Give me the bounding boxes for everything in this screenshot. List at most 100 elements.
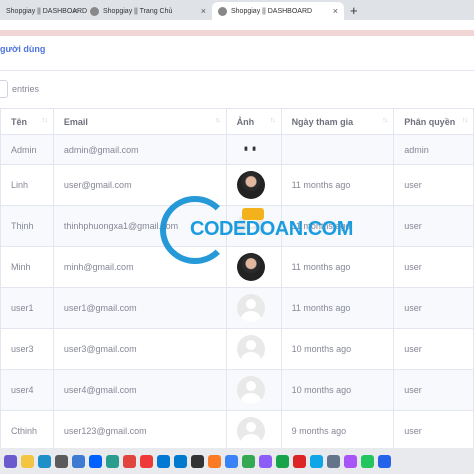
app2-icon[interactable] <box>225 454 238 468</box>
store-icon[interactable] <box>72 454 85 468</box>
cell-image: ▘▝ <box>225 134 282 165</box>
close-tab-icon[interactable]: × <box>201 6 206 16</box>
cell-email: user4@gmail.com <box>52 369 227 411</box>
dropbox-icon[interactable] <box>89 454 102 468</box>
default-avatar-icon <box>236 376 265 404</box>
column-header-email[interactable]: Email ↑↓ <box>52 108 227 135</box>
browser-tab-strip: Shopgiay || DASHBOARD × Shopgiay || Tran… <box>0 0 474 20</box>
vivaldi-icon[interactable] <box>140 454 153 468</box>
app7-icon[interactable] <box>327 454 340 468</box>
default-avatar-icon <box>236 417 265 445</box>
browser-tab[interactable]: Shopgiay || Trang Chủ × <box>84 2 212 20</box>
cell-name: Admin <box>0 134 54 165</box>
column-header-role[interactable]: Phân quyền ↑↓ <box>393 108 474 135</box>
app9-icon[interactable] <box>361 454 374 468</box>
users-card: gười dùng entries Tên ↑↓ Email ↑↓ Ảnh ↑↓… <box>0 36 474 452</box>
cell-role: user <box>393 164 474 206</box>
cell-name: Cthinh <box>0 410 54 452</box>
close-tab-icon[interactable]: × <box>73 6 78 16</box>
cell-joined: 11 months ago <box>280 164 395 206</box>
cell-email: user123@gmail.com <box>52 410 227 452</box>
cell-role: admin <box>393 134 474 165</box>
cell-email: thinhphuongxa1@gmail.com <box>52 205 227 247</box>
cell-image <box>225 369 282 411</box>
mail-icon[interactable] <box>157 454 170 468</box>
cell-image <box>225 205 282 247</box>
table-header-row: Tên ↑↓ Email ↑↓ Ảnh ↑↓ Ngày tham gia ↑↓ <box>0 108 474 135</box>
column-header-label: Ảnh <box>236 116 255 127</box>
table-row: user3 user3@gmail.com 10 months ago user <box>0 328 474 370</box>
cell-role: user <box>393 410 474 452</box>
cell-email: user3@gmail.com <box>52 328 227 370</box>
folder-icon[interactable] <box>21 454 34 468</box>
column-header-label: Ngày tham gia <box>291 116 354 127</box>
xampp-icon[interactable] <box>208 454 221 468</box>
app6-icon[interactable] <box>310 454 323 468</box>
column-header-label: Tên <box>11 116 28 127</box>
cell-joined <box>280 134 395 165</box>
cell-email: minh@gmail.com <box>52 246 227 288</box>
sort-icon: ↑↓ <box>41 117 48 124</box>
column-header-name[interactable]: Tên ↑↓ <box>0 108 54 135</box>
table-row: Thịnh thinhphuongxa1@gmail.com 11 months a… <box>0 205 474 247</box>
cell-image <box>225 410 282 452</box>
default-avatar-icon <box>236 212 265 240</box>
default-avatar-icon <box>236 294 265 322</box>
browser-tab[interactable]: Shopgiay || DASHBOARD × <box>0 2 87 20</box>
cell-joined: 10 months ago <box>280 328 395 370</box>
new-tab-button[interactable]: + <box>350 3 358 18</box>
entries-length-select[interactable] <box>0 80 8 98</box>
table-row: Admin admin@gmail.com ▘▝ admin <box>0 134 474 165</box>
chrome-icon[interactable] <box>123 454 136 468</box>
cell-role: user <box>393 328 474 370</box>
table-body: Admin admin@gmail.com ▘▝ admin Linh user@gmai… <box>0 134 474 452</box>
cell-image <box>225 328 282 370</box>
cell-email: user1@gmail.com <box>52 287 227 329</box>
cell-joined: 11 months ago <box>280 205 395 247</box>
vscode-icon[interactable] <box>174 454 187 468</box>
terminal-icon[interactable] <box>191 454 204 468</box>
app5-icon[interactable] <box>293 454 306 468</box>
divider <box>0 70 474 71</box>
chrome2-icon[interactable] <box>242 454 255 468</box>
table-row: user1 user1@gmail.com 11 months ago user <box>0 287 474 329</box>
page-content: gười dùng entries Tên ↑↓ Email ↑↓ Ảnh ↑↓… <box>0 36 474 452</box>
browser-tab-active[interactable]: Shopgiay || DASHBOARD × <box>212 2 344 20</box>
cell-joined: 9 months ago <box>280 410 395 452</box>
avatar-image <box>236 171 265 199</box>
app8-icon[interactable] <box>344 454 357 468</box>
sort-icon: ↑↓ <box>382 117 388 124</box>
cell-image <box>225 287 282 329</box>
cell-name: user1 <box>0 287 54 329</box>
close-tab-icon[interactable]: × <box>333 6 338 16</box>
favicon-icon <box>218 6 227 16</box>
column-header-joined[interactable]: Ngày tham gia ↑↓ <box>280 108 395 135</box>
sort-icon: ↑↓ <box>462 117 468 124</box>
chat-icon[interactable] <box>4 454 17 468</box>
cell-joined: 11 months ago <box>280 287 395 329</box>
cell-name: user3 <box>0 328 54 370</box>
app-icon[interactable] <box>106 454 119 468</box>
cell-email: user@gmail.com <box>52 164 227 206</box>
avatar-image: ▘▝ <box>244 147 256 155</box>
settings-icon[interactable] <box>55 454 68 468</box>
column-header-label: Phân quyền <box>404 116 456 127</box>
edge-icon[interactable] <box>38 454 51 468</box>
cell-role: user <box>393 287 474 329</box>
cell-role: user <box>393 369 474 411</box>
cell-role: user <box>393 205 474 247</box>
users-table: Tên ↑↓ Email ↑↓ Ảnh ↑↓ Ngày tham gia ↑↓ <box>0 108 474 452</box>
avatar-image <box>236 253 265 281</box>
cell-email: admin@gmail.com <box>52 134 227 165</box>
column-header-image[interactable]: Ảnh ↑↓ <box>225 108 282 135</box>
app3-icon[interactable] <box>259 454 272 468</box>
favicon-icon <box>90 6 99 16</box>
app4-icon[interactable] <box>276 454 289 468</box>
app10-icon[interactable] <box>378 454 391 468</box>
os-taskbar <box>0 448 474 474</box>
cell-role: user <box>393 246 474 288</box>
cell-image <box>225 164 282 206</box>
cell-image <box>225 246 282 288</box>
cell-name: Linh <box>0 164 54 206</box>
card-title: gười dùng <box>0 44 46 54</box>
